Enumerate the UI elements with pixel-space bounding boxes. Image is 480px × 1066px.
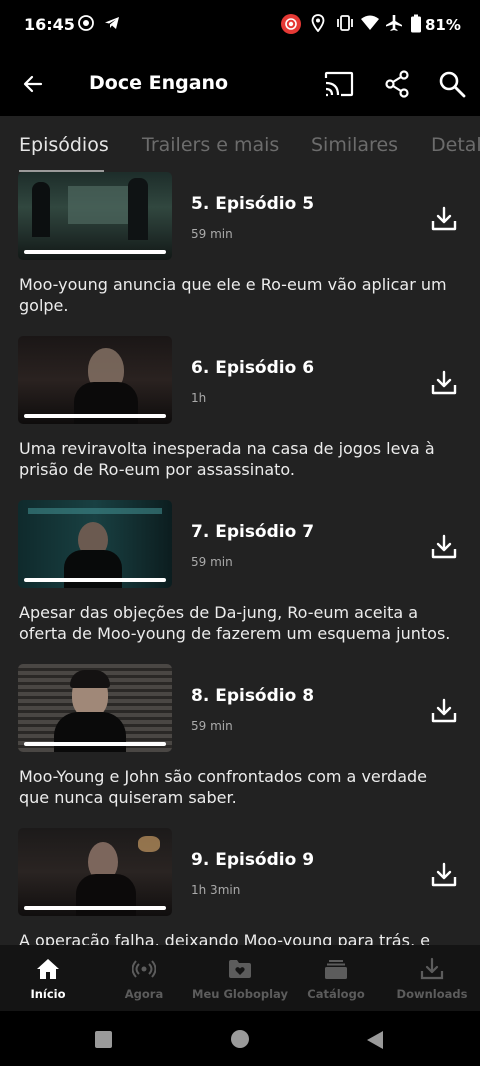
nav-meu-globoplay[interactable]: Meu Globoplay [192,945,288,1011]
episode-title: 5. Episódio 5 [191,194,315,214]
watch-progress-bar [24,906,166,910]
episode-thumbnail[interactable] [18,500,172,588]
record-icon [78,15,94,31]
home-icon [37,959,59,979]
episode-title: 7. Episódio 7 [191,522,315,542]
episode-item[interactable]: 8. Episódio 8 59 min Moo-Young e John sã… [0,664,480,828]
location-icon [311,14,325,32]
tab-trailers[interactable]: Trailers e mais [142,134,279,156]
nav-downloads[interactable]: Downloads [384,945,480,1011]
recents-button[interactable] [95,1031,112,1048]
episode-list: 5. Episódio 5 59 min Moo-young anuncia q… [0,172,480,945]
episode-description: Apesar das objeções de Da-jung, Ro-eum a… [19,603,451,643]
episode-description: Moo-young anuncia que ele e Ro-eum vão a… [19,275,447,315]
back-arrow-icon[interactable] [21,72,45,96]
episode-title: 9. Episódio 9 [191,850,315,870]
episode-item[interactable]: 9. Episódio 9 1h 3min A operação falha, … [0,828,480,945]
nav-label: Meu Globoplay [192,987,288,1001]
airplane-mode-icon [386,15,402,31]
episode-duration: 59 min [191,227,233,241]
nav-label: Início [30,987,66,1001]
page-title: Doce Engano [89,72,229,94]
episode-description: Moo-Young e John são confrontados com a … [19,767,428,807]
download-icon[interactable] [430,697,458,725]
status-time: 16:45 [24,15,75,34]
back-button[interactable] [366,1030,384,1050]
tab-episodios[interactable]: Episódios [19,134,109,156]
nav-label: Downloads [396,987,468,1001]
system-navigation-bar [0,1011,480,1066]
episode-thumbnail[interactable] [18,172,172,260]
download-icon [420,957,444,980]
episode-description: A operação falha, deixando Moo-young par… [19,931,430,945]
watch-progress-bar [24,742,166,746]
tab-bar: Episódios Trailers e mais Similares Deta… [0,116,480,172]
download-icon[interactable] [430,861,458,889]
home-button[interactable] [231,1030,249,1048]
nav-agora[interactable]: Agora [96,945,192,1011]
episode-description: Uma reviravolta inesperada na casa de jo… [19,439,435,479]
nav-inicio[interactable]: Início [0,945,96,1011]
search-icon[interactable] [438,70,466,98]
bottom-navigation: Início Agora Meu Globoplay Catálogo Down… [0,945,480,1011]
watch-progress-bar [24,414,166,418]
episode-thumbnail[interactable] [18,828,172,916]
wifi-icon [361,15,379,30]
tab-similares[interactable]: Similares [311,134,398,156]
episode-item[interactable]: 5. Episódio 5 59 min Moo-young anuncia q… [0,172,480,336]
episode-title: 8. Episódio 8 [191,686,315,706]
download-icon[interactable] [430,369,458,397]
tab-detalhes[interactable]: Detalhes [431,134,480,156]
episode-thumbnail[interactable] [18,664,172,752]
telegram-icon [105,17,119,29]
watch-progress-bar [24,578,166,582]
cast-icon[interactable] [324,70,354,98]
top-app-bar: Doce Engano [0,52,480,116]
watch-progress-bar [24,250,166,254]
status-bar: 16:45 81% [0,0,480,52]
episode-item[interactable]: 7. Episódio 7 59 min Apesar das objeções… [0,500,480,664]
nav-label: Catálogo [307,987,365,1001]
screen-record-icon [281,14,301,34]
episode-duration: 59 min [191,719,233,733]
live-broadcast-icon [132,960,156,978]
nav-label: Agora [124,987,164,1001]
battery-percent: 81% [425,16,461,34]
nav-catalogo[interactable]: Catálogo [288,945,384,1011]
catalog-stack-icon [325,960,347,979]
folder-heart-icon [229,960,251,978]
vibrate-icon [337,15,353,31]
episode-thumbnail[interactable] [18,336,172,424]
episode-duration: 1h 3min [191,883,241,897]
episode-item[interactable]: 6. Episódio 6 1h Uma reviravolta inesper… [0,336,480,500]
share-icon[interactable] [384,70,410,98]
episode-duration: 1h [191,391,207,405]
download-icon[interactable] [430,533,458,561]
episode-title: 6. Episódio 6 [191,358,315,378]
download-icon[interactable] [430,205,458,233]
episode-duration: 59 min [191,555,233,569]
battery-icon [411,14,421,33]
